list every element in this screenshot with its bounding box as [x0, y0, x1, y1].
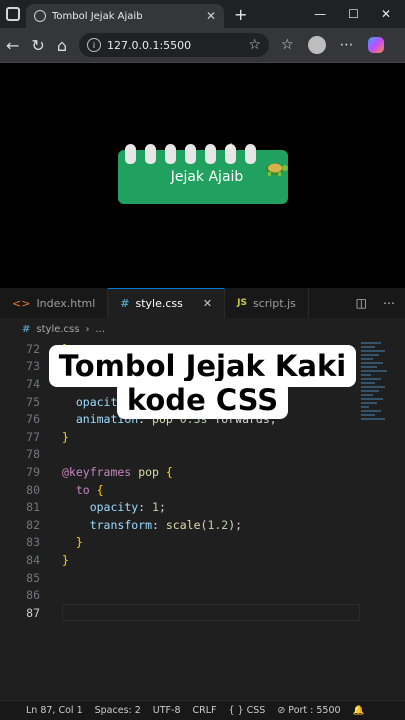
status-bar: Ln 87, Col 1 Spaces: 2 UTF-8 CRLF { } CS…: [0, 700, 405, 720]
line-number: 77: [26, 429, 40, 444]
live-server-port[interactable]: ⊘ Port : 5500: [277, 705, 340, 716]
browser-tab-active[interactable]: Tombol Jejak Ajaib ✕: [26, 4, 224, 28]
html-file-icon: <>: [12, 296, 31, 310]
footprint-icon: [185, 144, 196, 164]
turtle-icon: [266, 163, 288, 176]
line-number: 87: [26, 605, 40, 620]
back-icon[interactable]: ←: [6, 36, 19, 55]
line-text: @keyframes pop {: [62, 464, 173, 479]
code-line: 77}: [0, 428, 405, 446]
breadcrumb-more[interactable]: ...: [95, 324, 105, 335]
code-line: 78: [0, 446, 405, 464]
favorites-icon[interactable]: ☆: [281, 37, 294, 53]
caption-line-2: kode CSS: [116, 381, 289, 419]
window-controls: — ☐ ✕: [314, 7, 405, 21]
footprint-icon: [245, 144, 256, 164]
code-line: 85: [0, 569, 405, 587]
breadcrumb-file[interactable]: style.css: [36, 324, 79, 335]
reload-icon[interactable]: ↻: [31, 36, 44, 55]
line-number: 78: [26, 447, 40, 462]
url-input[interactable]: i 127.0.0.1:5500 ☆: [78, 33, 269, 57]
line-text: }: [62, 552, 69, 567]
language-mode[interactable]: { } CSS: [229, 705, 266, 716]
js-file-icon: JS: [237, 298, 247, 308]
line-text: opacity: 1;: [89, 500, 166, 515]
chevron-right-icon: ›: [85, 323, 90, 335]
minimize-button[interactable]: —: [314, 7, 326, 21]
line-text: }: [62, 429, 69, 444]
profile-avatar[interactable]: [307, 36, 326, 54]
page-viewport: Jejak Ajaib ☝: [0, 62, 405, 288]
encoding[interactable]: UTF-8: [153, 705, 181, 716]
notifications-bell-icon[interactable]: 🔔: [353, 705, 365, 716]
editor-tab-bar: <> Index.html # style.css ✕ JS script.js…: [0, 288, 405, 318]
bookmark-star-icon[interactable]: ☆: [248, 37, 261, 53]
line-text: transform: scale(1.2);: [89, 517, 243, 532]
footprint-icon: [125, 144, 136, 164]
code-line: 79 @keyframes pop {: [0, 463, 405, 481]
maximize-button[interactable]: ☐: [348, 7, 359, 21]
browser-tab-strip: Tombol Jejak Ajaib ✕ + — ☐ ✕: [0, 0, 405, 28]
line-text: }: [75, 535, 83, 550]
line-number: 79: [26, 464, 40, 479]
globe-icon: [34, 10, 46, 22]
split-editor-icon[interactable]: ◫: [356, 296, 367, 310]
editor-actions: ◫ ⋯: [356, 296, 405, 310]
tab-close-icon[interactable]: ✕: [206, 9, 216, 23]
line-number: 80: [26, 482, 40, 497]
toolbar-icons: ☆ ⋯: [281, 36, 384, 54]
more-menu-icon[interactable]: ⋯: [340, 37, 354, 53]
code-line: 83 }: [0, 534, 405, 552]
cursor-position[interactable]: Ln 87, Col 1: [26, 705, 83, 716]
window-menu-icon[interactable]: [6, 7, 20, 21]
tab-label: script.js: [252, 296, 296, 310]
site-info-icon[interactable]: i: [86, 38, 101, 52]
line-number: 83: [26, 535, 40, 550]
line-number: 81: [26, 500, 40, 515]
indentation[interactable]: Spaces: 2: [95, 705, 141, 716]
css-file-icon: #: [120, 297, 130, 310]
code-line: 82 transform: scale(1.2);: [0, 516, 405, 534]
line-number: 82: [26, 517, 40, 532]
new-tab-button[interactable]: +: [234, 5, 247, 24]
close-window-button[interactable]: ✕: [381, 7, 391, 21]
footprint-icon: [205, 144, 216, 164]
current-line-highlight: [62, 604, 360, 621]
line-number: 84: [26, 552, 40, 567]
css-file-icon: #: [22, 323, 31, 335]
tab-style-css[interactable]: # style.css ✕: [108, 288, 226, 318]
home-icon[interactable]: ⌂: [57, 36, 67, 55]
hand-cursor-icon: ☝: [225, 141, 234, 157]
footprint-icon: [145, 144, 156, 164]
code-line: 81 opacity: 1;: [0, 498, 405, 516]
tab-script-js[interactable]: JS script.js: [225, 288, 309, 318]
tab-label: Index.html: [36, 296, 96, 310]
line-text: to {: [75, 482, 104, 497]
tab-close-icon[interactable]: ✕: [203, 297, 212, 310]
code-line: 84}: [0, 551, 405, 569]
footprint-icon: [165, 144, 176, 164]
code-line: 80 to {: [0, 481, 405, 499]
address-bar: ← ↻ ⌂ i 127.0.0.1:5500 ☆ ☆ ⋯: [0, 28, 405, 62]
more-actions-icon[interactable]: ⋯: [383, 296, 395, 310]
line-ending[interactable]: CRLF: [193, 705, 217, 716]
breadcrumb: # style.css › ...: [0, 318, 405, 340]
copilot-icon[interactable]: [367, 37, 384, 53]
line-number: 86: [26, 588, 40, 603]
tab-title: Tombol Jejak Ajaib: [52, 10, 143, 22]
line-number: 85: [26, 570, 40, 585]
tab-label: style.css: [135, 297, 183, 310]
url-text: 127.0.0.1:5500: [106, 38, 192, 52]
tab-index-html[interactable]: <> Index.html: [0, 288, 109, 318]
button-label: Jejak Ajaib: [170, 169, 244, 185]
code-line: 86: [0, 586, 405, 604]
video-caption: Tombol Jejak Kaki kode CSS: [0, 345, 405, 419]
